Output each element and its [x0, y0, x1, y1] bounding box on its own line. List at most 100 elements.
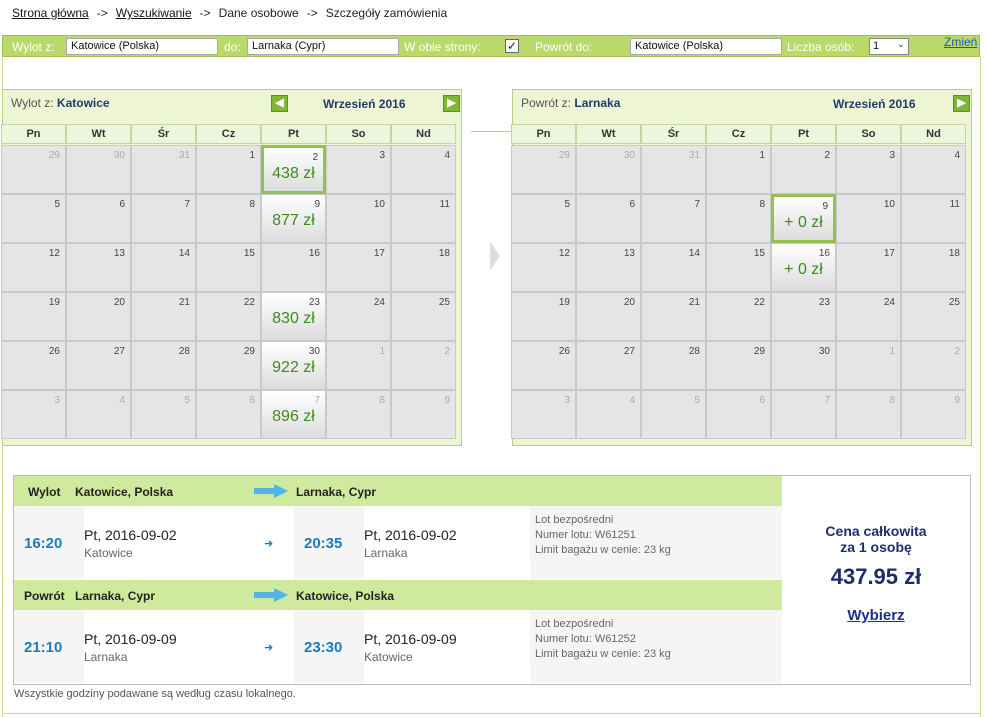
select-button[interactable]: Wybierz — [782, 607, 970, 624]
from-field[interactable]: Katowice (Polska) — [66, 38, 218, 55]
arrow-right-icon[interactable]: ▶ — [443, 95, 460, 112]
arrow-right-icon: ➜ — [264, 642, 274, 654]
day-number: 9 — [954, 395, 960, 406]
from-label: Wylot z: — [12, 40, 55, 54]
day-number: 30 — [113, 150, 125, 161]
calendar-day[interactable]: 7 896 zł — [261, 390, 326, 439]
calendar-day: 3 — [1, 390, 66, 439]
day-number: 14 — [688, 248, 700, 259]
calendar-day: 16 — [261, 243, 326, 292]
day-number: 19 — [48, 297, 60, 308]
calendar-day: 11 — [901, 194, 966, 243]
breadcrumb-home-link[interactable]: Strona główna — [12, 6, 89, 20]
day-number: 21 — [688, 297, 700, 308]
calendar-day[interactable]: 16 + 0 zł — [771, 243, 836, 292]
day-number: 29 — [558, 150, 570, 161]
day-number: 1 — [759, 150, 765, 161]
persons-label: Liczba osób: — [787, 40, 855, 54]
return-calendar: Powrót z: Larnaka Wrzesień 2016 ▶ Pn Wt Śr… — [511, 89, 972, 446]
day-number: 8 — [249, 199, 255, 210]
day-number: 18 — [948, 248, 960, 259]
calendar-day: 8 — [326, 390, 391, 439]
return-arr-time: 23:30 — [304, 639, 343, 656]
day-number: 12 — [48, 248, 60, 259]
calendar-day: 3 — [836, 145, 901, 194]
calendar-day[interactable]: 30 922 zł — [261, 341, 326, 390]
day-number: 18 — [438, 248, 450, 259]
calendar-day: 5 — [1, 194, 66, 243]
persons-select[interactable]: 1 ⌄ — [869, 38, 909, 55]
day-number: 26 — [48, 346, 60, 357]
calendar-day[interactable]: 9 877 zł — [261, 194, 326, 243]
return-from: Larnaka, Cypr — [75, 589, 156, 603]
calendar-day[interactable]: 9 + 0 zł — [771, 194, 836, 243]
change-search-link[interactable]: Zmień — [944, 35, 977, 49]
day-number: 31 — [688, 150, 700, 161]
calendar-day[interactable]: 2 438 zł — [261, 145, 326, 194]
calendar-day: 30 — [771, 341, 836, 390]
day-number: 29 — [243, 346, 255, 357]
arrow-right-icon[interactable]: ▶ — [953, 95, 970, 112]
day-number: 9 — [822, 201, 828, 212]
calendar-day: 4 — [391, 145, 456, 194]
calendar-day: 5 — [131, 390, 196, 439]
day-number: 8 — [379, 395, 385, 406]
calendar-day: 7 — [771, 390, 836, 439]
calendar-day: 9 — [391, 390, 456, 439]
calendar-day: 21 — [641, 292, 706, 341]
day-number: 17 — [373, 248, 385, 259]
return-details: 21:10 Pt, 2016-09-09 Larnaka ➜ 23:30 Pt,… — [14, 610, 782, 683]
day-number: 19 — [558, 297, 570, 308]
calendar-day: 8 — [196, 194, 261, 243]
day-number: 6 — [249, 395, 255, 406]
breadcrumb-separator: -> — [199, 6, 211, 20]
calendar-day: 19 — [1, 292, 66, 341]
return-field[interactable]: Katowice (Polska) — [630, 38, 782, 55]
outbound-baggage: Limit bagażu w cenie: 23 kg — [535, 544, 671, 556]
calendar-day: 1 — [706, 145, 771, 194]
breadcrumb-separator: -> — [96, 6, 108, 20]
calendar-day: 2 — [771, 145, 836, 194]
day-number: 26 — [558, 346, 570, 357]
day-number: 28 — [178, 346, 190, 357]
breadcrumb: Strona główna -> Wyszukiwanie -> Dane osobow… — [12, 6, 447, 20]
roundtrip-checkbox[interactable]: ✓ — [505, 39, 519, 53]
day-number: 5 — [184, 395, 190, 406]
weekday-label: Śr — [131, 124, 196, 144]
calendar-day: 24 — [836, 292, 901, 341]
calendar-day: 8 — [706, 194, 771, 243]
day-number: 3 — [379, 150, 385, 161]
calendar-day: 31 — [131, 145, 196, 194]
weekday-header: Pn Wt Śr Cz Pt So Nd — [511, 124, 967, 144]
day-number: 4 — [444, 150, 450, 161]
bottom-border — [2, 713, 980, 714]
return-label: Powrót do: — [535, 40, 593, 54]
outbound-arr-city: Larnaka — [364, 546, 408, 560]
breadcrumb-search-link[interactable]: Wyszukiwanie — [116, 6, 192, 20]
calendar-day: 6 — [196, 390, 261, 439]
calendar-day: 22 — [706, 292, 771, 341]
day-number: 2 — [444, 346, 450, 357]
day-number: 9 — [444, 395, 450, 406]
calendar-day: 31 — [641, 145, 706, 194]
outbound-label: Wylot — [28, 485, 61, 499]
day-number: 5 — [564, 199, 570, 210]
return-direct: Lot bezpośredni — [535, 618, 614, 630]
day-price: 830 zł — [272, 310, 315, 327]
day-number: 10 — [373, 199, 385, 210]
day-number: 29 — [48, 150, 60, 161]
calendar-day[interactable]: 23 830 zł — [261, 292, 326, 341]
calendar-day: 17 — [326, 243, 391, 292]
total-label-2: za 1 osobę — [840, 539, 912, 555]
day-number: 24 — [373, 297, 385, 308]
breadcrumb-personal: Dane osobowe — [218, 6, 299, 20]
day-number: 2 — [824, 150, 830, 161]
day-number: 31 — [178, 150, 190, 161]
day-number: 10 — [883, 199, 895, 210]
day-number: 8 — [889, 395, 895, 406]
to-field[interactable]: Larnaka (Cypr) — [247, 38, 399, 55]
calendar-day: 29 — [706, 341, 771, 390]
arrow-left-icon[interactable]: ◀ — [271, 95, 288, 112]
day-number: 27 — [113, 346, 125, 357]
weekday-header: Pn Wt Śr Cz Pt So Nd — [1, 124, 457, 144]
